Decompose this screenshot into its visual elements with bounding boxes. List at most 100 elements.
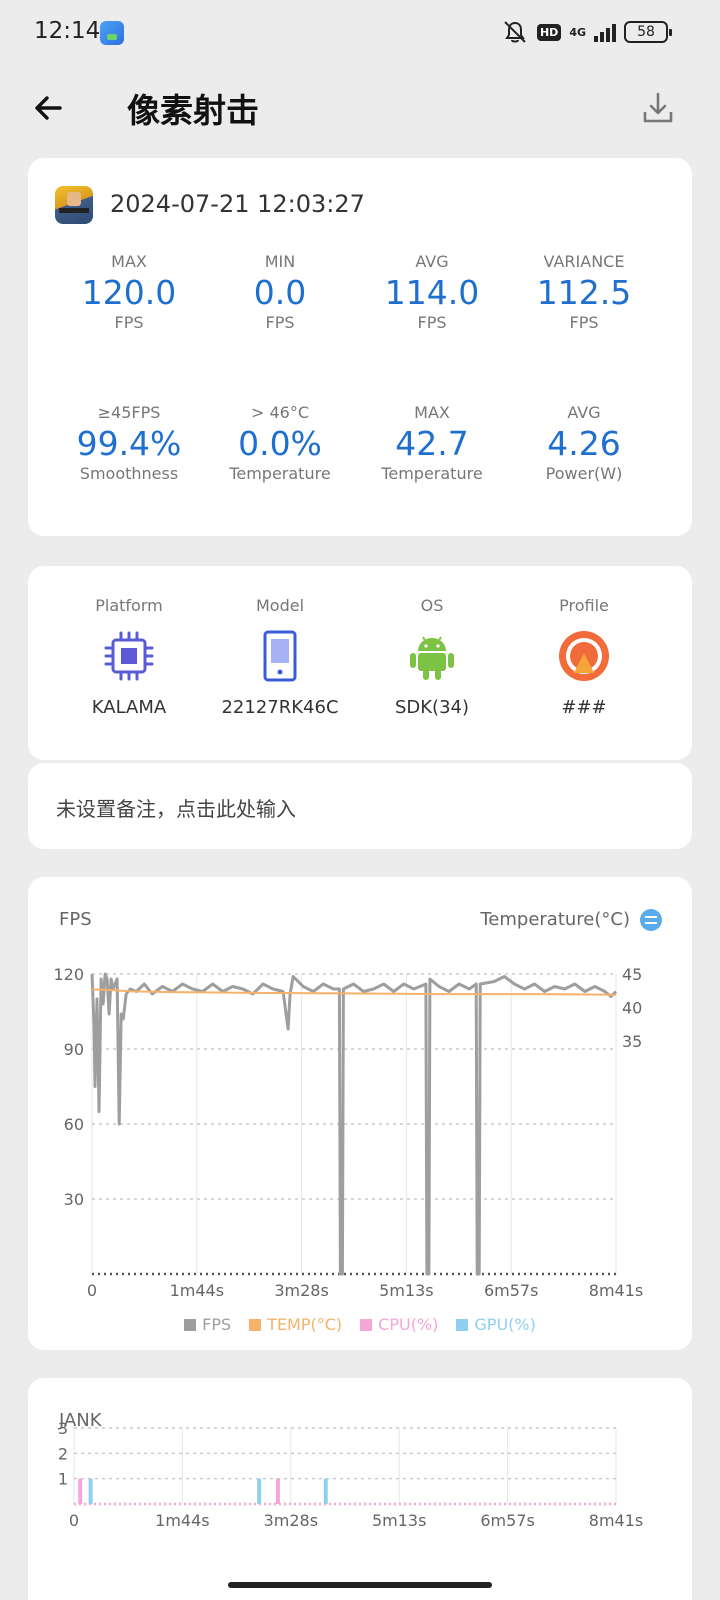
stat-label: ≥45FPS bbox=[97, 403, 161, 422]
device-value: ### bbox=[561, 697, 607, 718]
stat-label: AVG bbox=[415, 252, 449, 271]
status-time: 12:14 bbox=[34, 18, 101, 44]
x-tick-label: 8m41s bbox=[589, 1281, 643, 1300]
note-card[interactable]: 未设置备注，点击此处输入 bbox=[28, 763, 692, 849]
legend-label: TEMP(°C) bbox=[267, 1315, 343, 1334]
x-tick-label: 6m57s bbox=[480, 1511, 534, 1530]
gesture-nav-bar[interactable] bbox=[228, 1582, 492, 1588]
stat-smoothness: ≥45FPS 99.4% Smoothness bbox=[49, 403, 209, 483]
jank-bar bbox=[78, 1478, 83, 1504]
download-icon[interactable] bbox=[638, 88, 678, 128]
legend-item-temp[interactable]: TEMP(°C) bbox=[249, 1315, 342, 1334]
device-platform: Platform KALAMA bbox=[49, 596, 209, 718]
stat-variance-fps: VARIANCE 112.5 FPS bbox=[504, 252, 664, 332]
stat-unit: FPS bbox=[265, 313, 295, 332]
arrow-left-icon[interactable] bbox=[30, 88, 70, 128]
stat-value: 114.0 bbox=[384, 273, 480, 312]
x-tick-label: 8m41s bbox=[589, 1511, 643, 1530]
legend-label: CPU(%) bbox=[378, 1315, 439, 1334]
session-datetime: 2024-07-21 12:03:27 bbox=[110, 190, 365, 218]
stat-label: MAX bbox=[414, 403, 450, 422]
stat-value: 120.0 bbox=[81, 273, 177, 312]
stat-value: 112.5 bbox=[536, 273, 632, 312]
x-tick-label: 6m57s bbox=[484, 1281, 538, 1300]
mute-icon bbox=[504, 21, 526, 43]
legend-item-gpu[interactable]: GPU(%) bbox=[456, 1315, 536, 1334]
y-tick-label: 90 bbox=[64, 1040, 84, 1059]
device-value: SDK(34) bbox=[394, 697, 470, 718]
stat-value: 42.7 bbox=[395, 424, 469, 463]
device-value: 22127RK46C bbox=[221, 697, 339, 718]
device-label: Model bbox=[255, 596, 305, 615]
jank-bar bbox=[257, 1478, 262, 1504]
note-input[interactable]: 未设置备注，点击此处输入 bbox=[56, 793, 296, 822]
stat-label: MAX bbox=[111, 252, 147, 271]
network-type: 4G bbox=[569, 25, 586, 39]
battery-icon: 58 bbox=[624, 21, 672, 43]
legend-swatch bbox=[360, 1318, 373, 1331]
legend-label: GPU(%) bbox=[474, 1315, 536, 1334]
stat-unit: FPS bbox=[417, 313, 447, 332]
legend-item-fps[interactable]: FPS bbox=[184, 1315, 231, 1334]
stat-unit: FPS bbox=[114, 313, 144, 332]
y-tick-label: 1 bbox=[58, 1470, 68, 1489]
y-tick-label: 30 bbox=[64, 1190, 84, 1209]
stat-min-fps: MIN 0.0 FPS bbox=[200, 252, 360, 332]
stat-label: AVG bbox=[567, 403, 601, 422]
status-bar: 12:14 HD 4G 58 bbox=[0, 0, 720, 66]
x-tick-label: 3m28s bbox=[274, 1281, 328, 1300]
legend-label: FPS bbox=[202, 1315, 232, 1334]
x-tick-label: 1m44s bbox=[155, 1511, 209, 1530]
legend-swatch bbox=[249, 1318, 262, 1331]
status-icons: HD 4G 58 bbox=[501, 20, 672, 44]
device-model: Model 22127RK46C bbox=[200, 596, 360, 718]
device-label: Profile bbox=[559, 596, 609, 615]
x-tick-label: 0 bbox=[87, 1281, 97, 1300]
hd-icon: HD bbox=[536, 23, 562, 41]
device-card: Platform KALAMA Model 22127RK46C OS SDK(… bbox=[28, 566, 692, 760]
y2-tick-label: 35 bbox=[622, 1032, 642, 1051]
phone-icon bbox=[263, 630, 297, 682]
stat-max-temp: MAX 42.7 Temperature bbox=[352, 403, 512, 483]
stat-unit: Smoothness bbox=[79, 464, 179, 483]
stat-label: MIN bbox=[264, 252, 296, 271]
stat-value: 0.0% bbox=[238, 424, 322, 463]
y-tick-label: 120 bbox=[53, 965, 84, 984]
x-tick-label: 0 bbox=[69, 1511, 79, 1530]
x-tick-label: 5m13s bbox=[372, 1511, 426, 1530]
y2-tick-label: 40 bbox=[622, 999, 642, 1018]
chip-icon bbox=[104, 631, 154, 681]
fps-chart-legend: FPS TEMP(°C) CPU(%) GPU(%) bbox=[28, 1315, 692, 1334]
stat-value: 0.0 bbox=[253, 273, 307, 312]
x-tick-label: 1m44s bbox=[170, 1281, 224, 1300]
y2-tick-label: 45 bbox=[622, 965, 642, 984]
legend-swatch bbox=[456, 1318, 469, 1331]
jank-bar bbox=[275, 1478, 280, 1504]
stat-unit: Temperature bbox=[229, 464, 331, 483]
device-label: OS bbox=[420, 596, 444, 615]
y-tick-label: 60 bbox=[64, 1115, 84, 1134]
stat-unit: Temperature bbox=[381, 464, 483, 483]
y-tick-label: 3 bbox=[58, 1419, 68, 1438]
jank-chart-card: JANK 0 1m44s 3m28s 5m13s 6m57s 8m41s 3 2 1 bbox=[28, 1378, 692, 1600]
fps-chart-card: FPS Temperature(°C) 0 1m44s 3m28s 5m13s 6m57… bbox=[28, 877, 692, 1350]
x-tick-label: 5m13s bbox=[379, 1281, 433, 1300]
legend-item-cpu[interactable]: CPU(%) bbox=[360, 1315, 438, 1334]
fps-chart: 0 1m44s 3m28s 5m13s 6m57s 8m41s 120 90 60 30 45 40 3… bbox=[53, 965, 643, 1300]
stat-value: 99.4% bbox=[76, 424, 182, 463]
y-tick-label: 2 bbox=[58, 1444, 68, 1463]
stat-over-temp: > 46°C 0.0% Temperature bbox=[200, 403, 360, 483]
device-label: Platform bbox=[95, 596, 163, 615]
legend-swatch bbox=[184, 1318, 197, 1331]
profile-icon bbox=[559, 631, 609, 681]
device-value: KALAMA bbox=[91, 697, 167, 718]
android-icon bbox=[410, 636, 454, 680]
gallery-app-icon bbox=[100, 21, 124, 45]
stat-avg-power: AVG 4.26 Power(W) bbox=[504, 403, 664, 483]
stat-value: 4.26 bbox=[547, 424, 621, 463]
page-title: 像素射击 bbox=[127, 91, 259, 130]
x-tick-label: 3m28s bbox=[264, 1511, 318, 1530]
jank-bar bbox=[323, 1478, 328, 1504]
game-icon bbox=[55, 186, 93, 224]
device-os: OS SDK(34) bbox=[352, 596, 512, 718]
